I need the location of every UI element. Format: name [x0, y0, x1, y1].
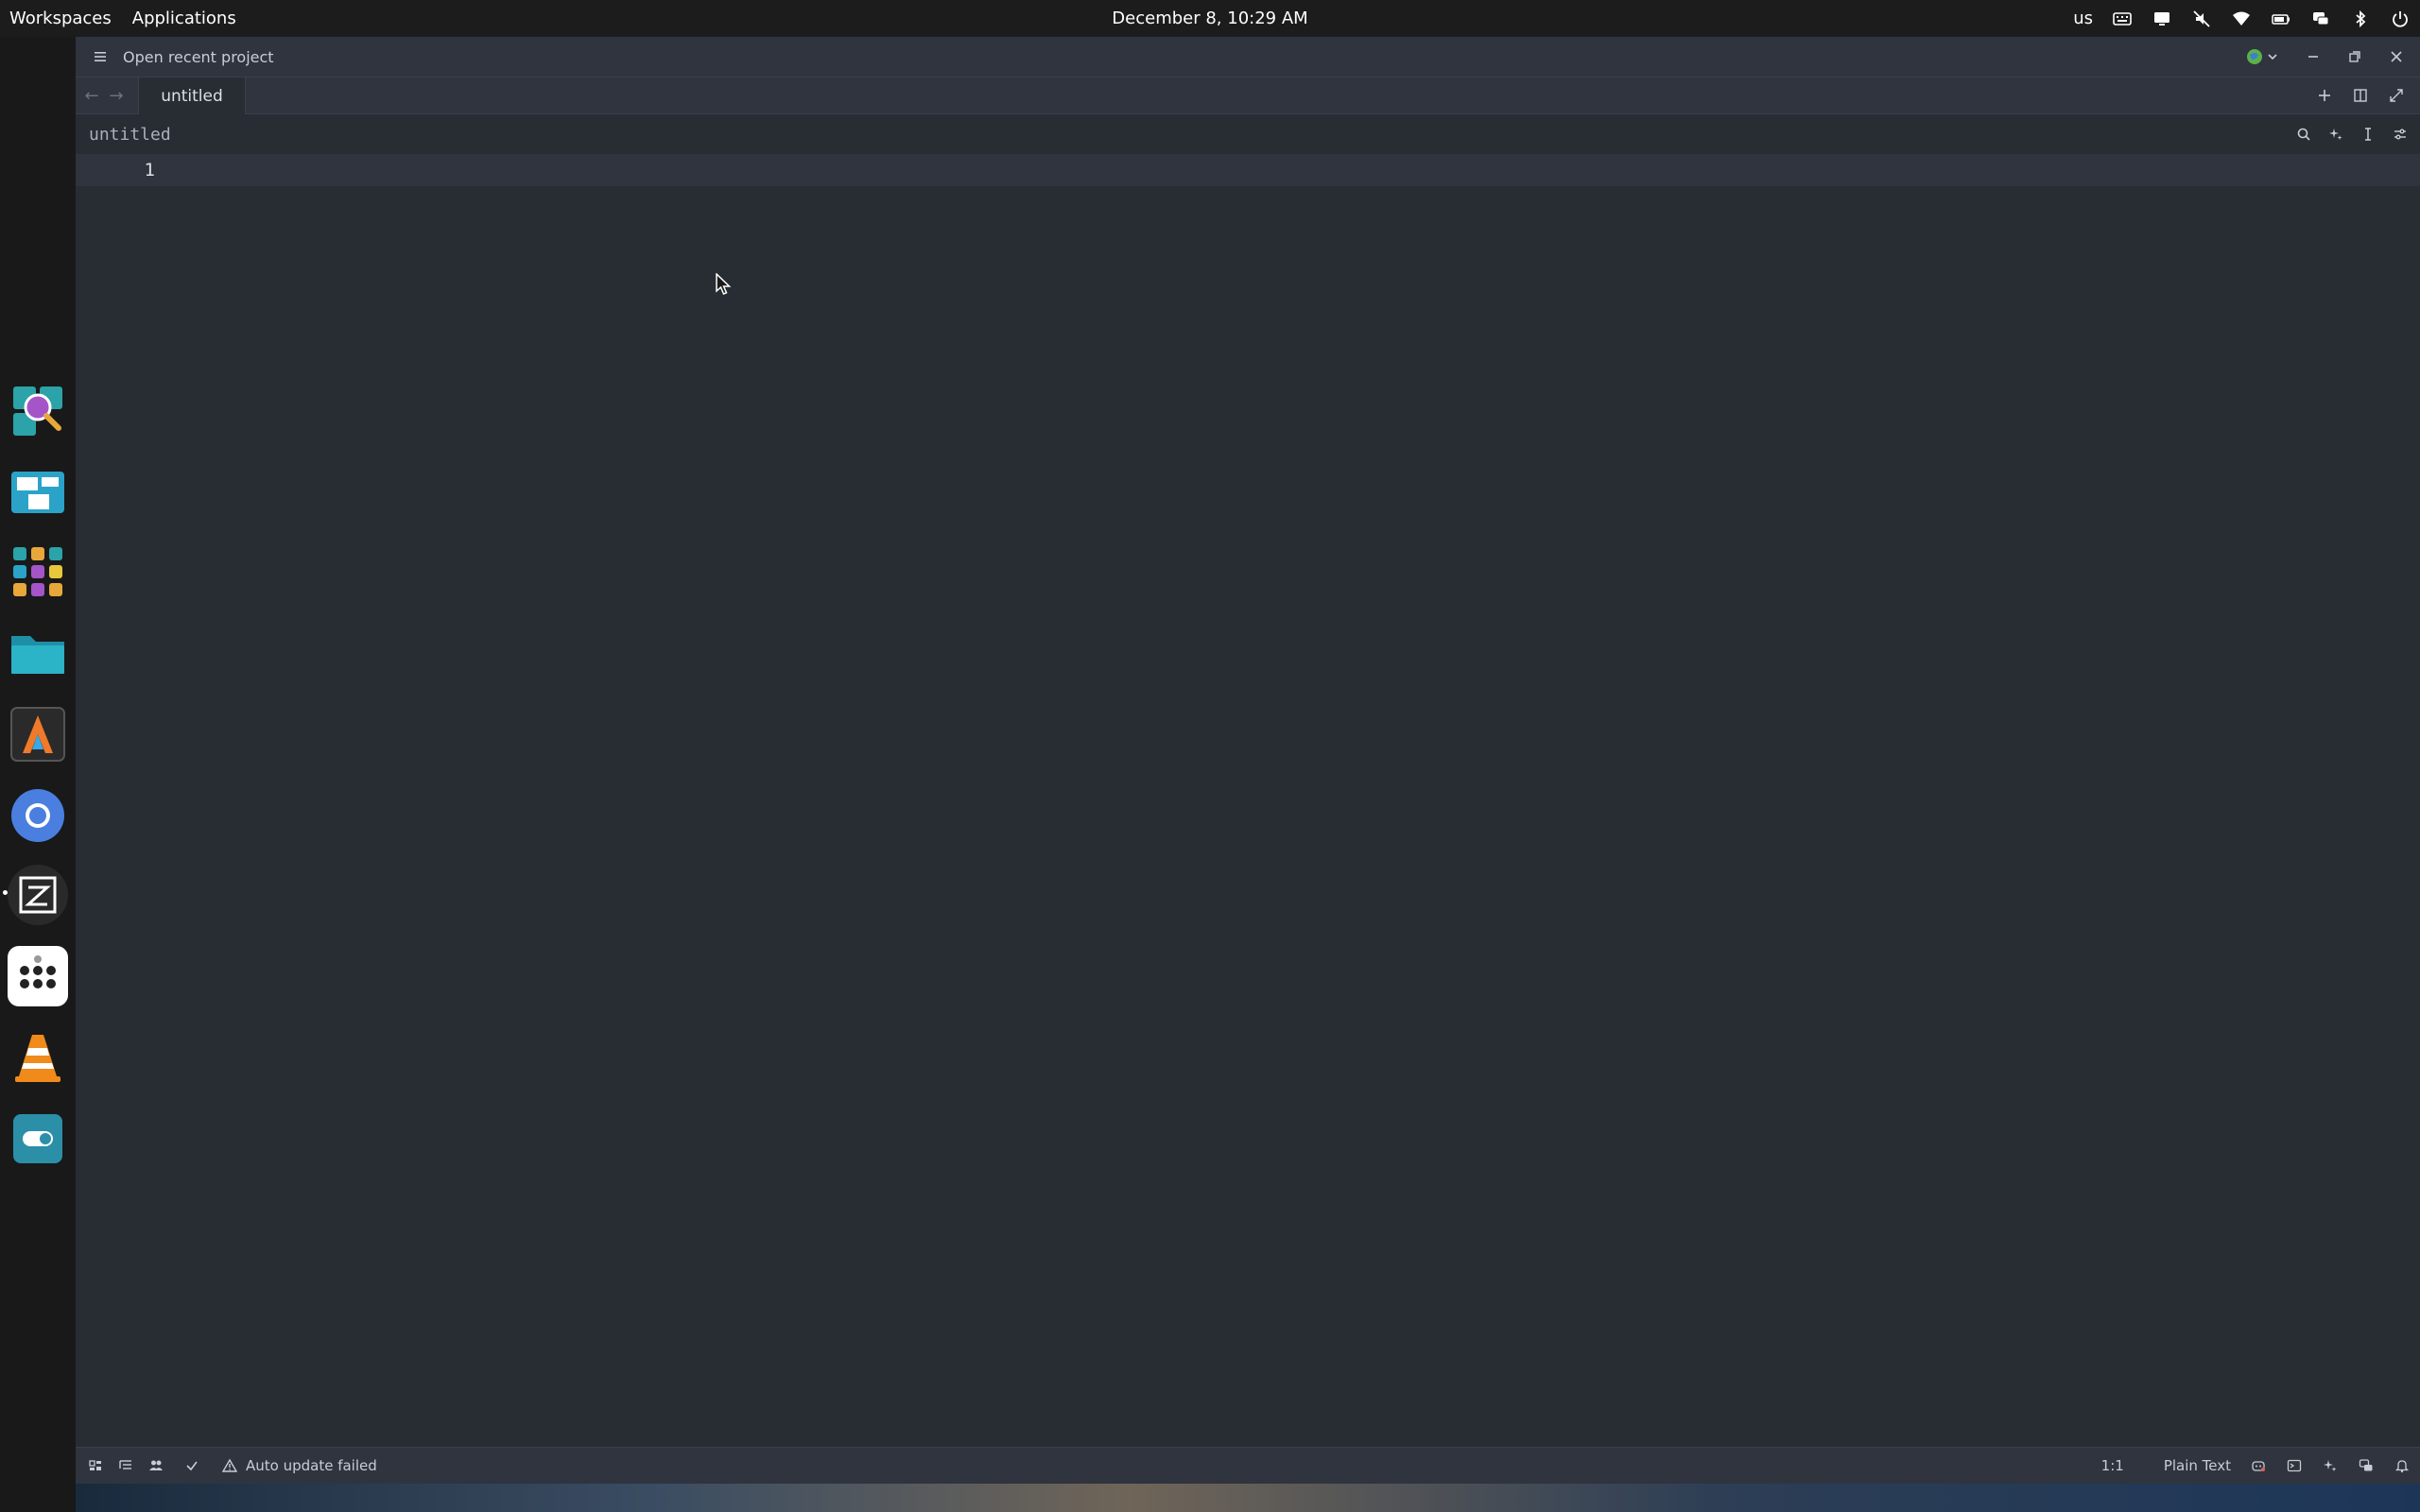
copilot-icon[interactable]: [2250, 1457, 2267, 1474]
breadcrumb-bar: untitled: [76, 114, 2420, 154]
assistant-sparkle-icon[interactable]: [2325, 124, 2346, 145]
tab-bar: ← → untitled: [76, 77, 2420, 114]
line-number: 1: [144, 160, 155, 180]
search-icon[interactable]: [2293, 124, 2314, 145]
text-cursor-icon[interactable]: [2358, 124, 2378, 145]
zed-icon[interactable]: [8, 865, 68, 925]
user-avatar-menu[interactable]: [2244, 46, 2282, 67]
warning-triangle-icon: [221, 1457, 238, 1474]
close-button[interactable]: [2386, 46, 2407, 67]
restore-button[interactable]: [2344, 46, 2365, 67]
keyboard-icon[interactable]: [2112, 9, 2133, 29]
screen-icon[interactable]: [2152, 9, 2172, 29]
applications-button[interactable]: Applications: [132, 9, 236, 28]
hamburger-menu-icon[interactable]: [89, 45, 112, 68]
back-arrow-icon[interactable]: ←: [79, 77, 104, 113]
editor-window: Open recent project ← → untitled untitle…: [76, 37, 2420, 1484]
chromium-icon[interactable]: [8, 785, 68, 846]
search-app-icon[interactable]: [8, 381, 68, 441]
title-bar: Open recent project: [76, 37, 2420, 77]
keyboard-layout[interactable]: us: [2073, 9, 2093, 28]
project-panel-icon[interactable]: [87, 1457, 104, 1474]
outline-panel-icon[interactable]: [117, 1457, 134, 1474]
auto-update-warning[interactable]: Auto update failed: [221, 1457, 377, 1474]
power-icon[interactable]: [2390, 9, 2411, 29]
settings-sliders-icon[interactable]: [2390, 124, 2411, 145]
workspaces-button[interactable]: Workspaces: [9, 9, 112, 28]
warning-text: Auto update failed: [246, 1457, 377, 1474]
files-icon[interactable]: [8, 623, 68, 683]
clock[interactable]: December 8, 10:29 AM: [0, 9, 2420, 28]
dock: [0, 37, 76, 1512]
tab-untitled[interactable]: untitled: [138, 77, 246, 114]
editor-text-area[interactable]: [76, 185, 2420, 1447]
assistant-sparkle-status-icon[interactable]: [2322, 1457, 2339, 1474]
app-grid-icon[interactable]: [8, 541, 68, 602]
workspaces-app-icon[interactable]: [8, 462, 68, 523]
split-pane-icon[interactable]: [2350, 85, 2371, 106]
terminal-icon[interactable]: [2286, 1457, 2303, 1474]
open-recent-project-button[interactable]: Open recent project: [123, 48, 274, 66]
new-tab-plus-icon[interactable]: [2314, 85, 2335, 106]
tab-label: untitled: [161, 86, 223, 106]
breadcrumb[interactable]: untitled: [89, 125, 171, 145]
mouse-pointer-icon: [716, 273, 732, 295]
editor-line[interactable]: 1: [76, 154, 2420, 186]
wifi-icon[interactable]: [2231, 9, 2252, 29]
mute-icon[interactable]: [2191, 9, 2212, 29]
dots-app-icon[interactable]: [8, 946, 68, 1006]
vlc-icon[interactable]: [8, 1027, 68, 1088]
maximize-pane-icon[interactable]: [2386, 85, 2407, 106]
alacritty-icon[interactable]: [8, 704, 68, 765]
battery-icon[interactable]: [2271, 9, 2291, 29]
status-bar: Auto update failed 1:1 Plain Text: [76, 1447, 2420, 1484]
settings-toggle-icon[interactable]: [8, 1108, 68, 1169]
bluetooth-icon[interactable]: [2350, 9, 2371, 29]
collaboration-users-icon[interactable]: [147, 1457, 164, 1474]
forward-arrow-icon[interactable]: →: [104, 77, 129, 113]
cursor-position[interactable]: 1:1: [2101, 1457, 2124, 1474]
chat-bubbles-icon[interactable]: [2358, 1457, 2375, 1474]
minimize-button[interactable]: [2303, 46, 2324, 67]
notification-bell-icon[interactable]: [2394, 1457, 2411, 1474]
diagnostics-check-icon[interactable]: [183, 1457, 200, 1474]
desktop-wallpaper: [76, 1484, 2420, 1512]
chat-icon[interactable]: [2310, 9, 2331, 29]
top-bar: Workspaces Applications December 8, 10:2…: [0, 0, 2420, 37]
language-selector[interactable]: Plain Text: [2164, 1457, 2231, 1474]
